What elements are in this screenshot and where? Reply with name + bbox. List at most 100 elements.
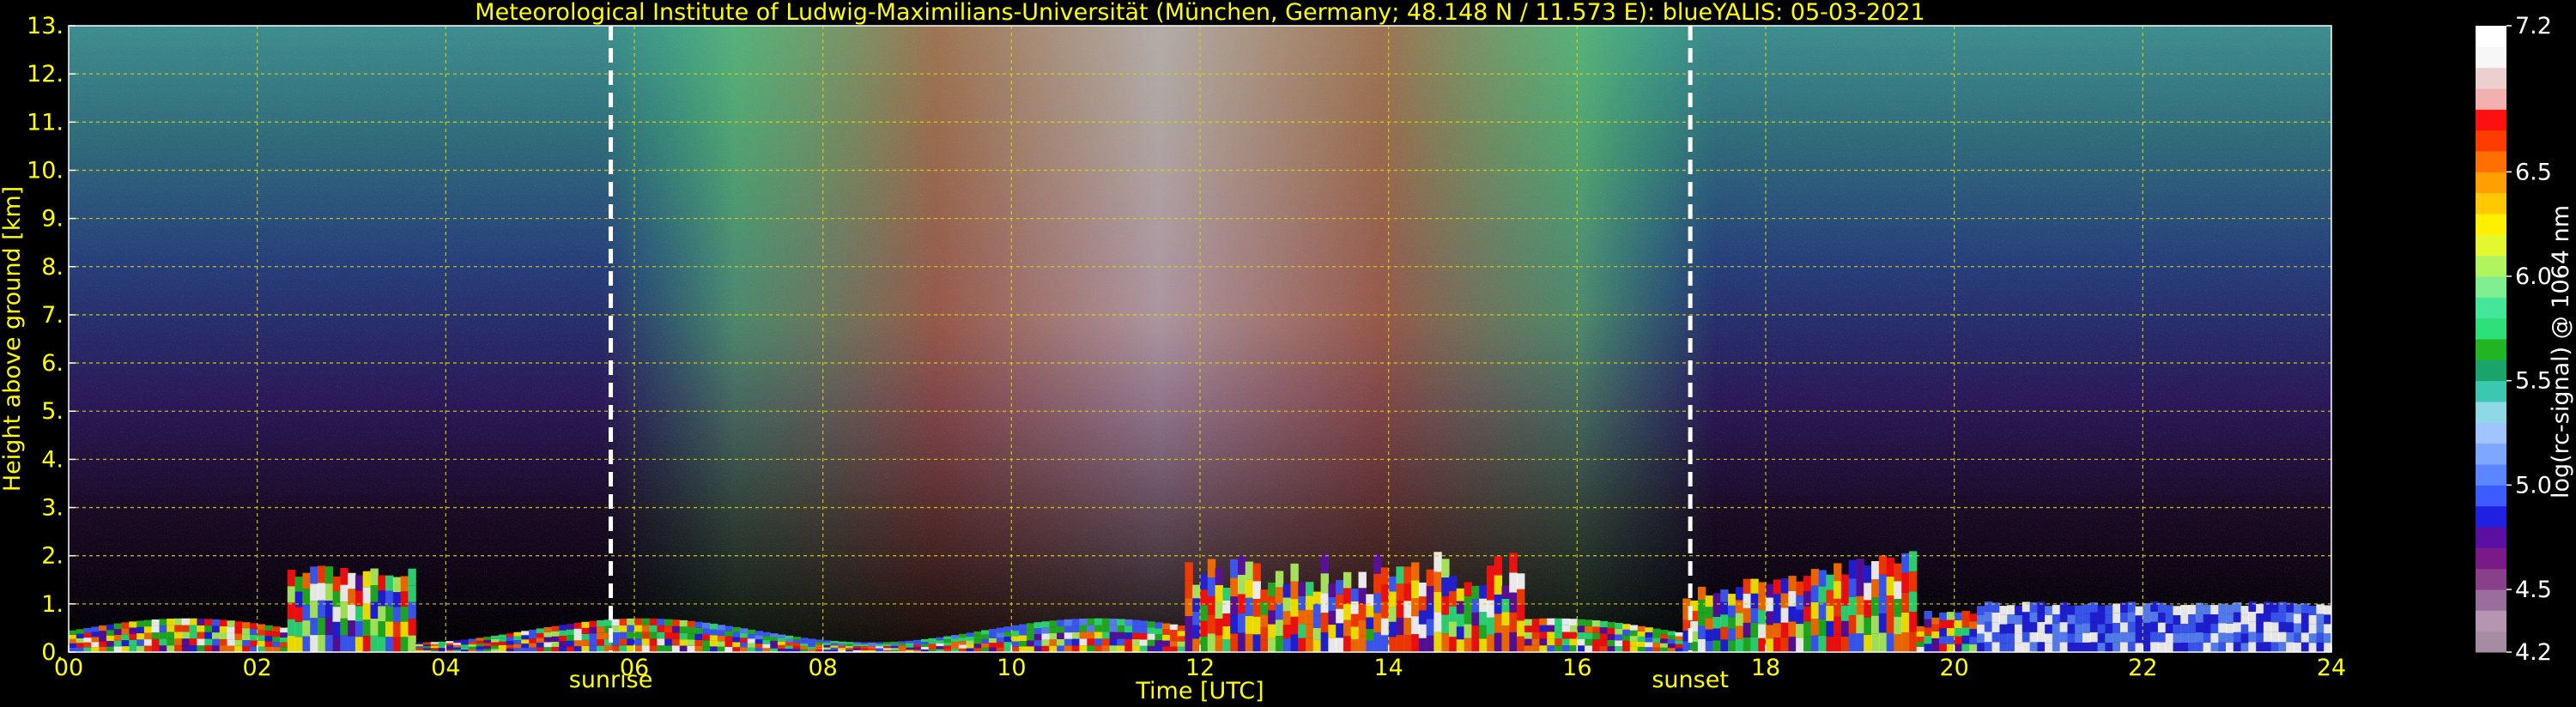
boundary-layer-cell bbox=[2300, 632, 2310, 643]
boundary-layer-cell bbox=[1705, 618, 1714, 630]
boundary-layer-cell bbox=[1486, 583, 1495, 601]
boundary-layer-cell bbox=[1901, 592, 1910, 613]
boundary-layer-cell bbox=[2037, 621, 2046, 632]
boundary-layer-cell bbox=[189, 625, 197, 632]
boundary-layer-cell bbox=[1622, 640, 1631, 647]
colorbar-tick-label: 5.0 bbox=[2515, 472, 2552, 499]
boundary-layer-cell bbox=[1343, 619, 1352, 637]
boundary-layer-cell bbox=[1517, 636, 1525, 652]
boundary-layer-cell bbox=[189, 638, 197, 646]
boundary-layer-cell bbox=[2324, 614, 2331, 625]
boundary-layer-cell bbox=[1894, 599, 1902, 617]
boundary-layer-cell bbox=[1320, 613, 1329, 633]
boundary-layer-cell bbox=[1652, 643, 1661, 648]
boundary-layer-cell bbox=[1931, 617, 1940, 625]
boundary-layer-cell bbox=[1969, 621, 1978, 630]
boundary-layer-cell bbox=[611, 645, 621, 652]
boundary-layer-cell bbox=[597, 639, 605, 646]
boundary-layer-cell bbox=[1494, 575, 1503, 595]
boundary-layer-cell bbox=[1547, 638, 1555, 646]
boundary-layer-cell bbox=[1810, 635, 1820, 652]
boundary-layer-cell bbox=[1667, 631, 1676, 636]
boundary-layer-cell bbox=[204, 631, 213, 639]
boundary-layer-cell bbox=[747, 647, 756, 652]
boundary-layer-cell bbox=[951, 638, 960, 643]
boundary-layer-cell bbox=[1977, 606, 1985, 615]
boundary-layer-cell bbox=[2082, 632, 2091, 643]
x-tick-label: 04 bbox=[431, 655, 460, 681]
boundary-layer-cell bbox=[627, 618, 635, 625]
boundary-layer-cell bbox=[476, 638, 484, 641]
boundary-layer-cell bbox=[589, 645, 597, 652]
boundary-layer-cell bbox=[581, 627, 590, 634]
boundary-layer-cell bbox=[2300, 603, 2310, 613]
boundary-layer-cell bbox=[1464, 624, 1472, 638]
boundary-layer-cell bbox=[2052, 624, 2061, 634]
x-tick-label: 16 bbox=[1562, 655, 1591, 681]
boundary-layer-cell bbox=[1169, 630, 1179, 636]
boundary-layer-cell bbox=[988, 647, 997, 652]
boundary-layer-cell bbox=[792, 643, 801, 646]
boundary-layer-cell bbox=[1373, 553, 1382, 574]
boundary-layer-cell bbox=[906, 645, 914, 648]
x-tick-label: 18 bbox=[1751, 655, 1780, 681]
boundary-layer-cell bbox=[491, 645, 500, 650]
boundary-layer-cell bbox=[1840, 636, 1850, 652]
boundary-layer-cell bbox=[498, 641, 507, 645]
boundary-layer-cell bbox=[385, 606, 394, 622]
boundary-layer-cell bbox=[822, 643, 832, 645]
boundary-layer-cell bbox=[1591, 645, 1601, 652]
colorbar-segment bbox=[2476, 130, 2506, 152]
boundary-layer-cell bbox=[2082, 623, 2091, 633]
boundary-layer-cell bbox=[1479, 625, 1488, 639]
boundary-layer-cell bbox=[2143, 642, 2151, 652]
boundary-layer-cell bbox=[936, 643, 944, 647]
boundary-layer-cell bbox=[657, 631, 665, 639]
boundary-layer-cell bbox=[415, 644, 424, 647]
boundary-layer-cell bbox=[2075, 633, 2083, 644]
boundary-layer-cell bbox=[996, 637, 1005, 643]
boundary-layer-cell bbox=[1509, 612, 1518, 632]
boundary-layer-cell bbox=[2097, 614, 2106, 625]
boundary-layer-cell bbox=[1591, 632, 1601, 640]
boundary-layer-cell bbox=[1796, 638, 1804, 652]
boundary-layer-cell bbox=[694, 639, 703, 646]
boundary-layer-cell bbox=[1539, 645, 1548, 652]
boundary-layer-cell bbox=[302, 572, 311, 589]
boundary-layer-cell bbox=[1954, 619, 1963, 629]
boundary-layer-cell bbox=[1569, 619, 1578, 625]
colorbar-segment bbox=[2476, 339, 2506, 360]
boundary-layer-cell bbox=[1720, 639, 1729, 652]
x-tick-label: 02 bbox=[242, 655, 271, 681]
boundary-layer-cell bbox=[355, 637, 364, 652]
boundary-layer-cell bbox=[1162, 640, 1171, 647]
boundary-layer-cell bbox=[242, 622, 251, 629]
boundary-layer-cell bbox=[113, 634, 123, 641]
boundary-layer-cell bbox=[1871, 561, 1880, 580]
boundary-layer-cell bbox=[1312, 603, 1322, 616]
boundary-layer-cell bbox=[280, 642, 288, 648]
boundary-layer-cell bbox=[521, 635, 530, 640]
boundary-layer-cell bbox=[679, 632, 688, 640]
boundary-layer-cell bbox=[197, 645, 205, 652]
boundary-layer-cell bbox=[702, 646, 711, 652]
boundary-layer-cell bbox=[876, 644, 884, 647]
boundary-layer-cell bbox=[876, 646, 884, 649]
boundary-layer-cell bbox=[1712, 593, 1721, 606]
boundary-layer-cell bbox=[1147, 645, 1155, 652]
boundary-layer-cell bbox=[996, 642, 1005, 648]
boundary-layer-cell bbox=[1350, 613, 1360, 627]
boundary-layer-cell bbox=[362, 587, 372, 604]
boundary-layer-cell bbox=[1750, 637, 1759, 652]
boundary-layer-cell bbox=[348, 620, 356, 637]
boundary-layer-cell bbox=[392, 637, 402, 652]
boundary-layer-cell bbox=[1124, 632, 1133, 639]
boundary-layer-cell bbox=[1433, 591, 1442, 613]
boundary-layer-cell bbox=[543, 637, 552, 643]
boundary-layer-cell bbox=[2278, 631, 2287, 643]
boundary-layer-cell bbox=[1396, 618, 1404, 636]
boundary-layer-cell bbox=[815, 642, 824, 645]
colorbar-segment bbox=[2476, 88, 2506, 110]
boundary-layer-cell bbox=[1547, 631, 1555, 639]
boundary-layer-cell bbox=[1803, 637, 1812, 652]
